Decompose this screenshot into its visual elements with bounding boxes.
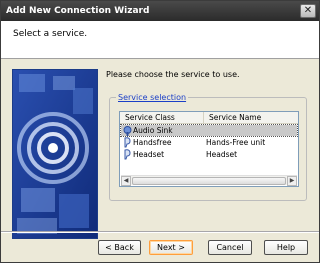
window-title: Add New Connection Wizard <box>6 6 150 16</box>
footer-divider <box>1 231 319 233</box>
service-class: Headset <box>133 150 165 159</box>
wizard-window: Add New Connection Wizard ✕ Select a ser… <box>0 0 320 263</box>
list-item[interactable]: Audio Sink <box>120 124 298 137</box>
headset-icon <box>123 149 132 160</box>
service-class: Audio Sink <box>133 126 173 135</box>
title-bar[interactable]: Add New Connection Wizard ✕ <box>1 1 319 21</box>
scroll-left-arrow-icon[interactable]: ◀ <box>121 176 131 186</box>
next-button[interactable]: Next > <box>149 240 193 255</box>
cancel-button[interactable]: Cancel <box>208 240 252 255</box>
handsfree-icon <box>123 137 132 148</box>
wizard-side-image <box>12 69 98 239</box>
service-list[interactable]: Service Class Service Name Audio Sink Ha… <box>119 111 299 187</box>
column-header-service-name[interactable]: Service Name <box>204 112 298 124</box>
service-name: Headset <box>206 150 238 159</box>
list-header: Service Class Service Name <box>120 112 298 124</box>
audio-device-icon <box>123 125 132 136</box>
list-item[interactable]: Headset Headset <box>121 149 297 160</box>
page-title: Select a service. <box>13 29 88 39</box>
wizard-header: Select a service. <box>1 21 319 59</box>
close-icon: ✕ <box>303 5 313 16</box>
back-button[interactable]: < Back <box>98 240 141 255</box>
close-button[interactable]: ✕ <box>300 4 316 18</box>
service-class: Handsfree <box>133 138 172 147</box>
service-name: Hands-Free unit <box>206 138 266 147</box>
help-button[interactable]: Help <box>264 240 308 255</box>
horizontal-scrollbar[interactable]: ◀ ▶ <box>121 175 297 186</box>
instruction-text: Please choose the service to use. <box>106 70 240 79</box>
scroll-right-arrow-icon[interactable]: ▶ <box>287 176 297 186</box>
scrollbar-thumb[interactable] <box>132 177 286 185</box>
bluetooth-wizard-illustration <box>13 70 97 238</box>
column-header-service-class[interactable]: Service Class <box>120 112 204 124</box>
service-selection-label: Service selection <box>116 93 189 102</box>
list-item[interactable]: Handsfree Hands-Free unit <box>121 137 297 148</box>
